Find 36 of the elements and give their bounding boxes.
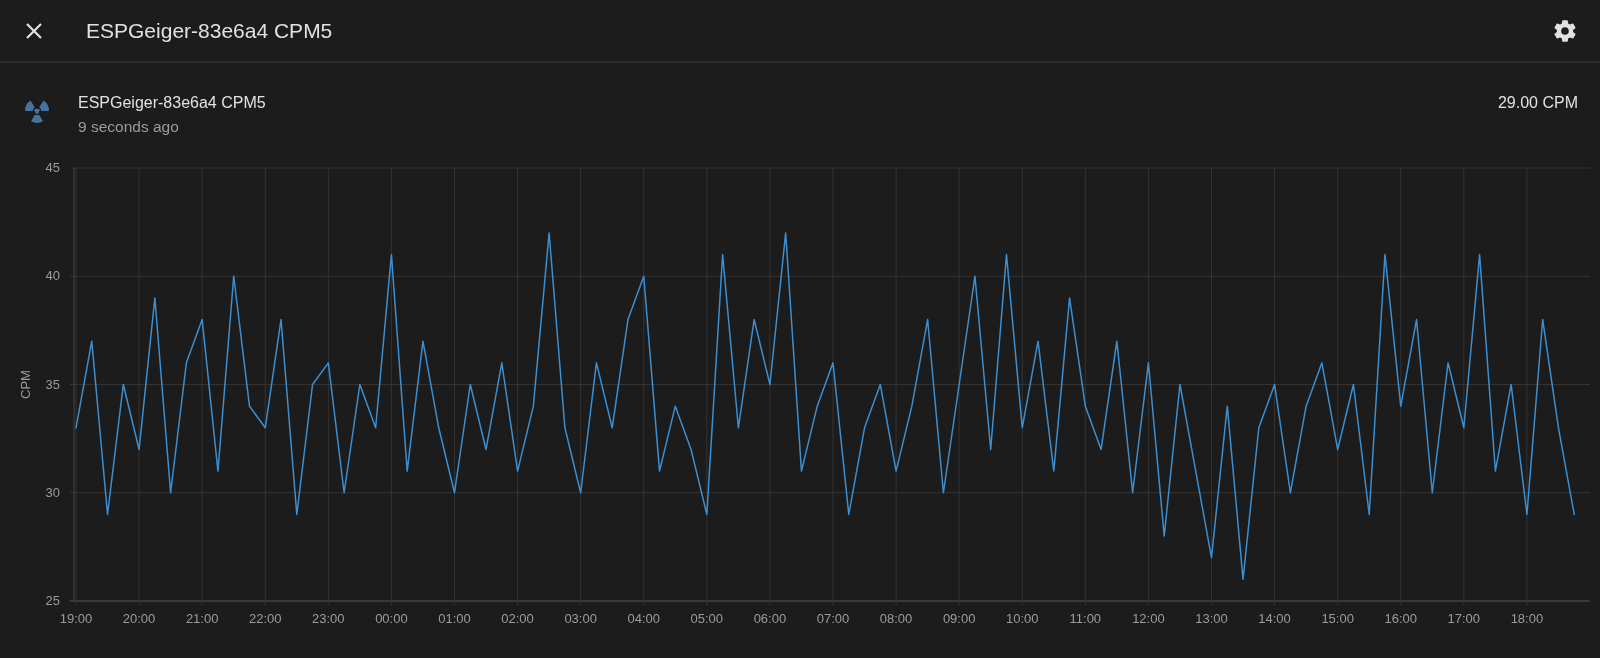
x-tick-label: 18:00 (1510, 611, 1544, 626)
x-tick-label: 21:00 (185, 611, 219, 626)
x-tick-label: 06:00 (753, 611, 787, 626)
x-tick-label: 16:00 (1384, 611, 1417, 626)
x-tick-label: 07:00 (816, 611, 850, 626)
y-tick-label: 40 (45, 268, 60, 284)
y-tick-label: 30 (45, 484, 60, 500)
x-tick-label: 10:00 (1006, 611, 1039, 626)
x-tick-label: 02:00 (501, 611, 534, 626)
x-tick-label: 19:00 (59, 611, 93, 626)
y-tick-label: 45 (45, 160, 60, 175)
x-tick-label: 11:00 (1069, 611, 1102, 626)
x-tick-label: 03:00 (564, 611, 597, 626)
x-tick-label: 20:00 (122, 611, 156, 626)
y-tick-label: 25 (45, 593, 60, 608)
x-tick-label: 00:00 (375, 611, 408, 626)
radiation-icon (24, 98, 50, 125)
y-tick-label: 35 (45, 376, 60, 392)
y-axis-label: CPM (18, 370, 33, 399)
x-tick-label: 22:00 (249, 611, 282, 626)
entity-state: 29.00 CPM (1497, 94, 1578, 113)
x-tick-label: 15:00 (1321, 611, 1354, 626)
x-tick-label: 04:00 (627, 611, 660, 626)
x-tick-label: 23:00 (312, 611, 345, 626)
x-tick-label: 17:00 (1447, 611, 1481, 626)
x-tick-label: 12:00 (1132, 611, 1165, 626)
x-tick-label: 08:00 (879, 611, 913, 626)
x-tick-label: 05:00 (690, 611, 724, 626)
last-updated: 9 seconds ago (78, 118, 180, 137)
settings-icon (1552, 17, 1578, 44)
x-tick-label: 14:00 (1258, 611, 1291, 626)
x-tick-label: 01:00 (438, 611, 471, 626)
entity-name: ESPGeiger-83e6a4 CPM5 (78, 94, 267, 113)
dialog-title: ESPGeiger-83e6a4 CPM5 (86, 18, 334, 43)
x-tick-label: 09:00 (942, 611, 976, 626)
x-tick-label: 13:00 (1195, 611, 1228, 626)
